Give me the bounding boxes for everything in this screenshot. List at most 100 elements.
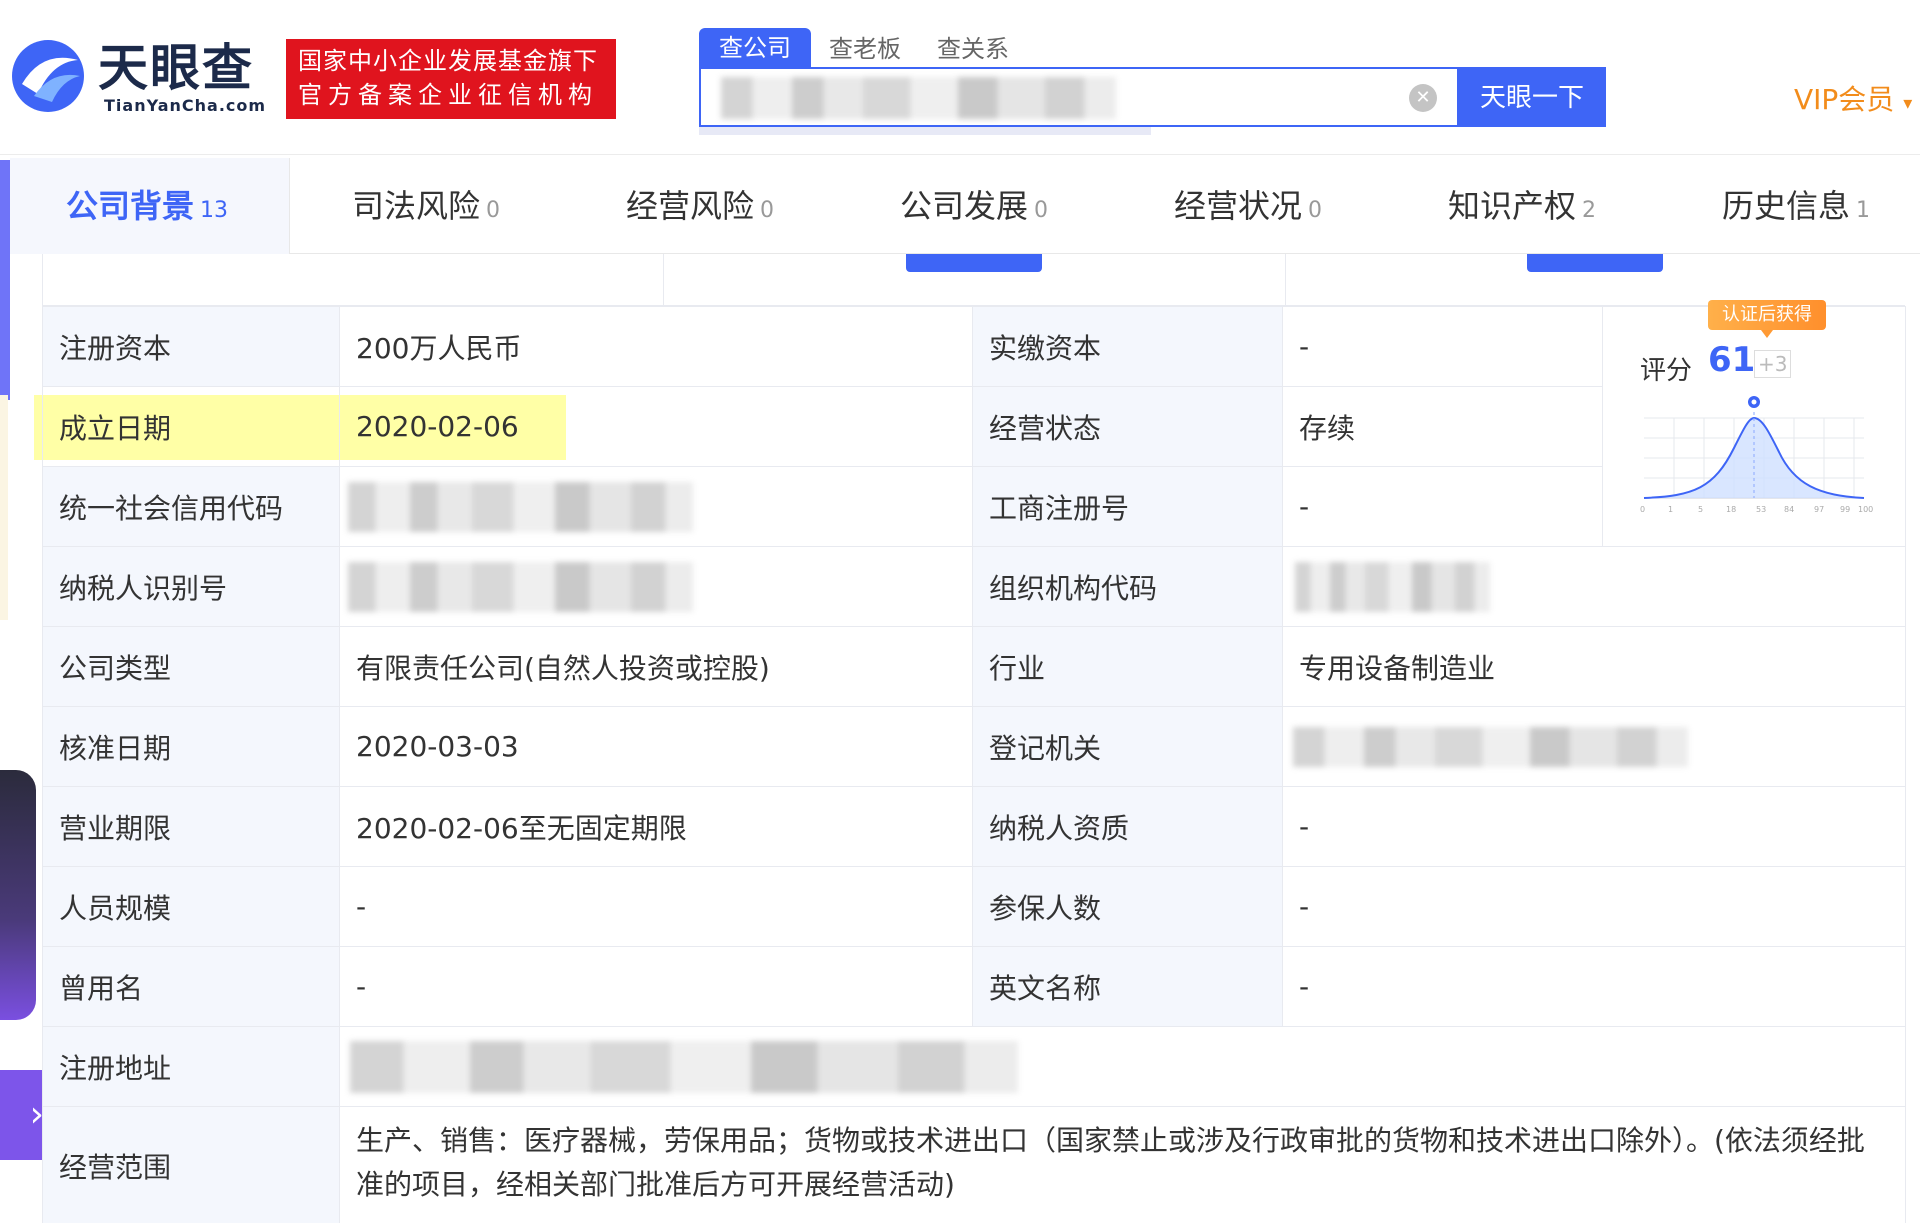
- business-reg-no-label: 工商注册号: [972, 466, 1283, 547]
- table-row: 经营范围 生产、销售：医疗器械，劳保用品；货物或技术进出口（国家禁止或涉及行政审…: [42, 1106, 1906, 1223]
- operating-status-value: 存续: [1282, 386, 1603, 467]
- tab-search-company[interactable]: 查公司: [699, 28, 811, 68]
- table-row: 纳税人识别号 组织机构代码: [42, 546, 1906, 627]
- registration-authority-label: 登记机关: [972, 706, 1283, 787]
- partial-action-button[interactable]: [1527, 254, 1663, 272]
- divider: [663, 254, 664, 306]
- registered-capital-label: 注册资本: [42, 306, 340, 387]
- established-date-value: 2020-02-06: [339, 386, 973, 467]
- tianyancha-logo[interactable]: 天眼查 TianYanCha.com: [8, 36, 268, 126]
- org-code-value: [1282, 546, 1906, 627]
- business-reg-no-value: -: [1282, 466, 1603, 547]
- table-row: 注册资本 200万人民币 实缴资本 -: [42, 306, 1906, 547]
- svg-text:0: 0: [1640, 505, 1645, 514]
- business-scope-value: 生产、销售：医疗器械，劳保用品；货物或技术进出口（国家禁止或涉及行政审批的货物和…: [339, 1106, 1906, 1223]
- redacted-address: [350, 1040, 1018, 1093]
- industry-label: 行业: [972, 626, 1283, 707]
- section-nav: 公司背景 13 司法风险 0 经营风险 0 公司发展 0 经营状况 0 知识产权 2 历史信…: [10, 158, 1920, 254]
- redacted-credit-code: [348, 481, 693, 532]
- search-button[interactable]: 天眼一下: [1458, 67, 1606, 127]
- tab-label: 历史信息: [1722, 187, 1851, 225]
- floating-ad-figure[interactable]: [0, 770, 36, 1020]
- badge-line-1: 国家中小企业发展基金旗下: [298, 47, 598, 75]
- top-header: 天眼查 TianYanCha.com 国家中小企业发展基金旗下 官方备案企业征信…: [0, 0, 1920, 155]
- taxpayer-qualification-label: 纳税人资质: [972, 786, 1283, 867]
- tab-count: 2: [1582, 198, 1597, 223]
- taxpayer-id-value: [339, 546, 973, 627]
- badge-line-2: 官方备案企业征信机构: [298, 81, 598, 109]
- divider: [1285, 254, 1286, 306]
- registration-authority-value: [1282, 706, 1906, 787]
- clear-icon[interactable]: ✕: [1409, 84, 1437, 112]
- tab-count: 0: [486, 198, 501, 223]
- established-date-label: 成立日期: [42, 386, 340, 467]
- business-term-value: 2020-02-06至无固定期限: [339, 786, 973, 867]
- redacted-org-code: [1295, 561, 1490, 612]
- partial-action-button[interactable]: [906, 254, 1042, 272]
- org-code-label: 组织机构代码: [972, 546, 1283, 627]
- svg-text:1: 1: [1668, 505, 1673, 514]
- score-value: 61: [1708, 340, 1756, 380]
- logo-title: 天眼查: [98, 39, 254, 97]
- search-type-tabs: 查公司 查老板 查关系: [699, 28, 1027, 68]
- registered-address-value: [339, 1026, 1906, 1107]
- svg-text:97: 97: [1814, 505, 1824, 514]
- english-name-value: -: [1282, 946, 1906, 1027]
- former-name-label: 曾用名: [42, 946, 340, 1027]
- score-delta: +3: [1754, 350, 1792, 378]
- business-scope-label: 经营范围: [42, 1106, 340, 1223]
- taxpayer-id-label: 纳税人识别号: [42, 546, 340, 627]
- business-term-label: 营业期限: [42, 786, 340, 867]
- table-row: 核准日期 2020-03-03 登记机关: [42, 706, 1906, 787]
- registered-capital-value: 200万人民币: [339, 306, 973, 387]
- table-row: 公司类型 有限责任公司(自然人投资或控股) 行业 专用设备制造业: [42, 626, 1906, 707]
- redacted-taxpayer-id: [348, 561, 693, 612]
- industry-value: 专用设备制造业: [1282, 626, 1906, 707]
- table-row: 人员规模 - 参保人数 -: [42, 866, 1906, 947]
- score-distribution-chart: 0 1 5 18 53 84 97 99 100: [1640, 396, 1873, 514]
- taxpayer-qualification-value: -: [1282, 786, 1906, 867]
- english-name-label: 英文名称: [972, 946, 1283, 1027]
- tab-count: 0: [1308, 198, 1323, 223]
- tab-history-info[interactable]: 历史信息 1: [1722, 158, 1870, 254]
- left-yellow-strip: [0, 395, 8, 620]
- tab-company-development[interactable]: 公司发展 0: [900, 158, 1048, 254]
- svg-text:5: 5: [1698, 505, 1703, 514]
- paid-capital-label: 实缴资本: [972, 306, 1283, 387]
- tab-label: 公司发展: [900, 187, 1029, 225]
- previous-row-fragment: [42, 254, 1905, 306]
- tab-label: 经营状况: [1174, 187, 1303, 225]
- svg-text:53: 53: [1756, 505, 1766, 514]
- logo-domain: TianYanCha.com: [104, 96, 267, 115]
- tab-count: 1: [1856, 198, 1871, 223]
- credit-code-value: [339, 466, 973, 547]
- insured-count-value: -: [1282, 866, 1906, 947]
- tab-search-boss[interactable]: 查老板: [811, 30, 919, 68]
- search-box: ✕: [699, 67, 1459, 135]
- tab-operating-status[interactable]: 经营状况 0: [1174, 158, 1322, 254]
- logo-mark-icon: [12, 40, 84, 112]
- company-type-value: 有限责任公司(自然人投资或控股): [339, 626, 973, 707]
- vip-member-link[interactable]: VIP会员 ▾: [1794, 78, 1912, 118]
- redacted-authority: [1293, 726, 1688, 767]
- registered-address-label: 注册地址: [42, 1026, 340, 1107]
- table-row: 营业期限 2020-02-06至无固定期限 纳税人资质 -: [42, 786, 1906, 867]
- staff-size-label: 人员规模: [42, 866, 340, 947]
- tab-search-relation[interactable]: 查关系: [919, 30, 1027, 68]
- former-name-value: -: [339, 946, 973, 1027]
- tab-company-background[interactable]: 公司背景 13: [66, 158, 228, 254]
- tab-label: 知识产权: [1448, 187, 1577, 225]
- score-verify-badge[interactable]: 认证后获得: [1708, 300, 1826, 338]
- insured-count-label: 参保人数: [972, 866, 1283, 947]
- chevron-down-icon: ▾: [1903, 93, 1913, 114]
- tab-count: 0: [1034, 198, 1049, 223]
- svg-text:100: 100: [1858, 505, 1873, 514]
- left-accent-bar: [0, 160, 10, 400]
- company-type-label: 公司类型: [42, 626, 340, 707]
- table-row: 注册地址: [42, 1026, 1906, 1107]
- chart-tick-labels: 0 1 5 18 53 84 97 99 100: [1640, 505, 1873, 514]
- tab-judicial-risk[interactable]: 司法风险 0: [352, 158, 500, 254]
- tab-operating-risk[interactable]: 经营风险 0: [626, 158, 774, 254]
- tab-intellectual-property[interactable]: 知识产权 2: [1448, 158, 1596, 254]
- tab-count: 0: [760, 198, 775, 223]
